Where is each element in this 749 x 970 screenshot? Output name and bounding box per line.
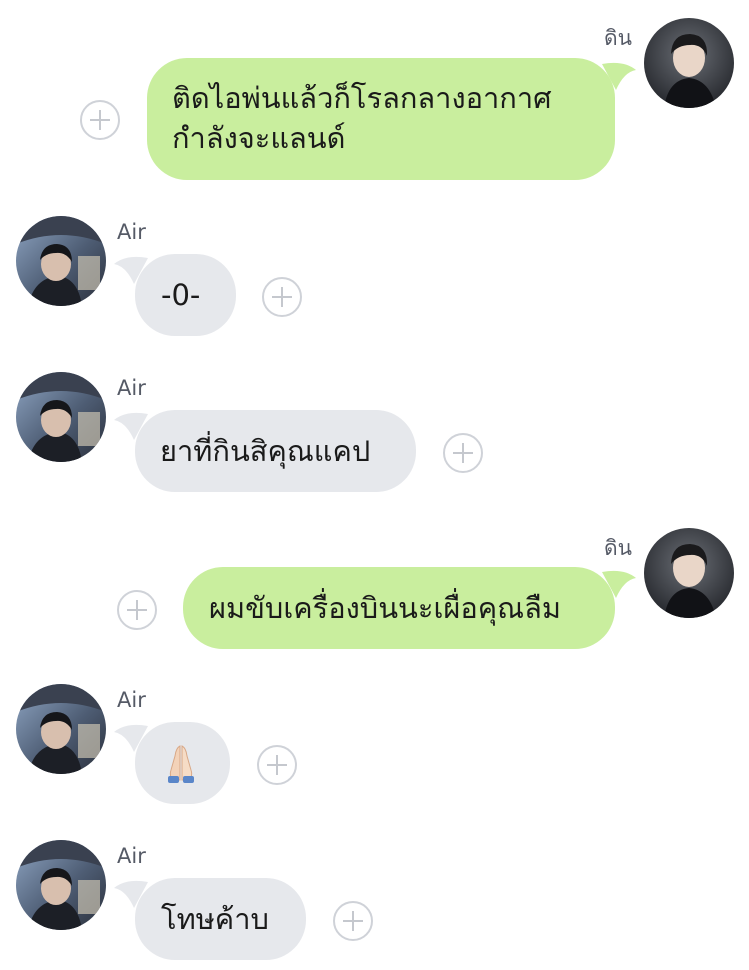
message-bubble[interactable]: -0- — [135, 254, 236, 336]
add-reaction-button[interactable] — [333, 901, 373, 941]
message-bubble[interactable]: ติดไอพ่นแล้วก็โรลกลางอากาศ กำลังจะแลนด์ — [147, 58, 615, 180]
sender-name: ดิน — [604, 536, 632, 560]
user-avatar-air-icon — [16, 684, 106, 774]
message-bubble[interactable]: ยาที่กินสิคุณแคป — [135, 410, 416, 492]
avatar[interactable] — [16, 840, 106, 930]
avatar[interactable] — [644, 18, 734, 108]
avatar[interactable] — [644, 528, 734, 618]
add-reaction-button[interactable] — [257, 745, 297, 785]
add-reaction-button[interactable] — [117, 590, 157, 630]
sender-name: Air — [117, 844, 146, 868]
user-avatar-din-icon — [644, 18, 734, 108]
message-text-line: กำลังจะแลนด์ — [172, 121, 346, 155]
user-avatar-air-icon — [16, 372, 106, 462]
user-avatar-din-icon — [644, 528, 734, 618]
add-reaction-button[interactable] — [262, 277, 302, 317]
message-text: -0- — [161, 278, 201, 312]
sender-name: Air — [117, 220, 146, 244]
avatar[interactable] — [16, 372, 106, 462]
add-reaction-button[interactable] — [443, 433, 483, 473]
message-text: โทษค้าบ — [161, 902, 269, 936]
sender-name: ดิน — [604, 26, 632, 50]
user-avatar-air-icon — [16, 216, 106, 306]
user-avatar-air-icon — [16, 840, 106, 930]
sender-name: Air — [117, 376, 146, 400]
message-bubble[interactable] — [135, 722, 230, 804]
message-text: ยาที่กินสิคุณแคป — [160, 434, 371, 468]
folded-hands-emoji-icon — [168, 745, 194, 783]
sender-name: Air — [117, 688, 146, 712]
message-text-line: ติดไอพ่นแล้วก็โรลกลางอากาศ — [172, 81, 552, 115]
message-bubble[interactable]: ผมขับเครื่องบินนะเผื่อคุณลืม — [183, 567, 615, 649]
message-text: ผมขับเครื่องบินนะเผื่อคุณลืม — [209, 591, 561, 625]
add-reaction-button[interactable] — [80, 100, 120, 140]
message-bubble[interactable]: โทษค้าบ — [135, 878, 306, 960]
avatar[interactable] — [16, 684, 106, 774]
avatar[interactable] — [16, 216, 106, 306]
